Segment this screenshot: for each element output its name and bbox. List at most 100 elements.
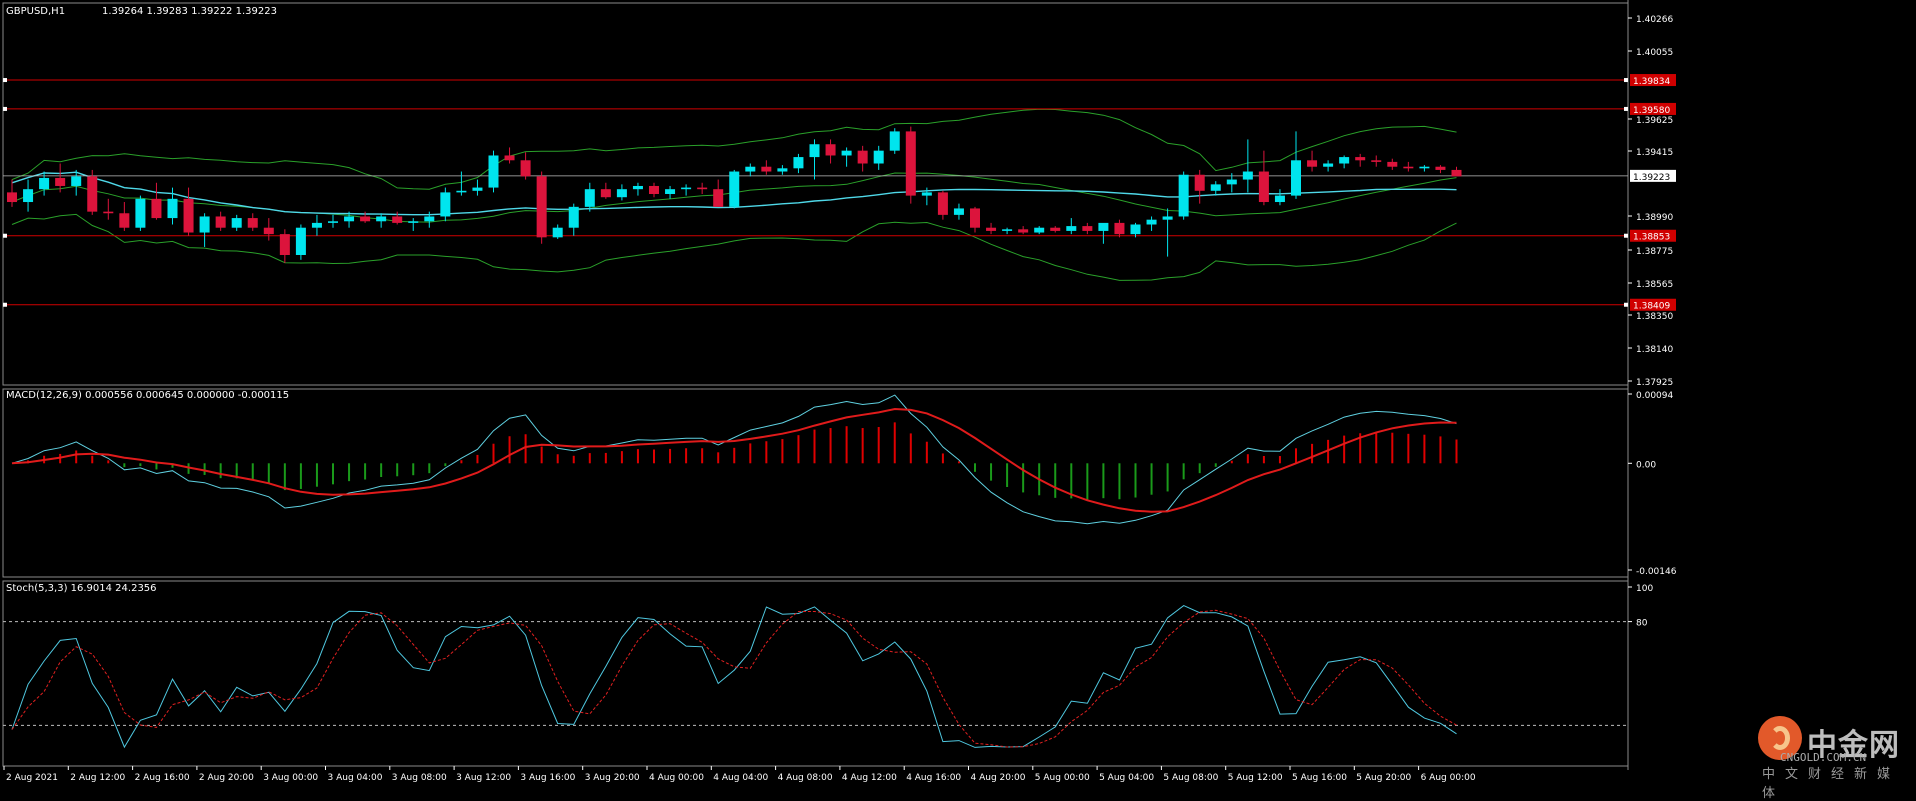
candle-bearish[interactable] — [1387, 161, 1398, 167]
candle-bullish[interactable] — [1130, 224, 1141, 235]
stochastic-panel[interactable] — [3, 605, 1628, 749]
candle-bullish[interactable] — [632, 185, 643, 190]
candle-bullish[interactable] — [1419, 166, 1430, 169]
candle-bearish[interactable] — [905, 131, 916, 196]
candle-bullish[interactable] — [376, 216, 387, 222]
candle-bullish[interactable] — [1323, 163, 1334, 167]
price-chart[interactable] — [3, 78, 1628, 307]
candle-bullish[interactable] — [328, 221, 338, 223]
candle-bullish[interactable] — [793, 157, 804, 169]
candle-bullish[interactable] — [889, 131, 900, 151]
candle-bearish[interactable] — [761, 166, 772, 172]
candle-bullish[interactable] — [1226, 179, 1237, 185]
level-anchor-right[interactable] — [1624, 106, 1628, 111]
candle-bullish[interactable] — [135, 198, 146, 228]
candle-bearish[interactable] — [360, 216, 371, 222]
candle-bearish[interactable] — [520, 160, 531, 177]
candle-bullish[interactable] — [1098, 222, 1109, 231]
candle-bearish[interactable] — [713, 189, 724, 207]
candle-bullish[interactable] — [167, 198, 178, 219]
candle-bullish[interactable] — [199, 216, 210, 233]
candle-bearish[interactable] — [55, 177, 66, 186]
level-anchor-right[interactable] — [1624, 302, 1628, 307]
candle-bearish[interactable] — [1018, 229, 1029, 233]
candle-bearish[interactable] — [697, 187, 708, 190]
level-anchor-left[interactable] — [3, 106, 7, 111]
candle-bullish[interactable] — [71, 176, 82, 186]
candle-bearish[interactable] — [825, 144, 836, 156]
candle-bearish[interactable] — [1114, 222, 1125, 235]
candle-bullish[interactable] — [1066, 226, 1077, 231]
level-anchor-left[interactable] — [3, 302, 7, 307]
candle-bearish[interactable] — [1050, 227, 1061, 231]
candle-bearish[interactable] — [279, 234, 290, 255]
candle-bearish[interactable] — [1258, 171, 1269, 203]
candle-bullish[interactable] — [1178, 174, 1189, 217]
candle-bearish[interactable] — [857, 150, 868, 164]
candle-bearish[interactable] — [1403, 166, 1414, 169]
candle-bullish[interactable] — [568, 206, 579, 228]
level-anchor-left[interactable] — [3, 78, 7, 83]
candle-bearish[interactable] — [649, 185, 659, 194]
candle-bullish[interactable] — [1210, 184, 1221, 191]
candle-bullish[interactable] — [1339, 157, 1350, 164]
candle-bullish[interactable] — [456, 190, 467, 193]
candle-bearish[interactable] — [600, 189, 611, 198]
candle-bullish[interactable] — [311, 222, 322, 228]
candle-bearish[interactable] — [1435, 166, 1446, 170]
candle-bullish[interactable] — [344, 216, 355, 222]
candle-bullish[interactable] — [23, 189, 34, 203]
candle-bullish[interactable] — [616, 189, 627, 198]
candle-bullish[interactable] — [488, 155, 499, 188]
candle-bullish[interactable] — [921, 192, 932, 196]
level-anchor-right[interactable] — [1624, 78, 1628, 83]
candle-bearish[interactable] — [536, 176, 547, 238]
candle-bullish[interactable] — [1146, 219, 1157, 225]
candle-bearish[interactable] — [263, 227, 274, 235]
candle-bullish[interactable] — [440, 192, 451, 217]
candle-bullish[interactable] — [39, 177, 50, 190]
candle-bullish[interactable] — [745, 166, 756, 172]
candle-bullish[interactable] — [729, 171, 740, 207]
candle-bullish[interactable] — [809, 144, 820, 158]
candle-bullish[interactable] — [1034, 227, 1045, 233]
level-anchor-right[interactable] — [1624, 233, 1628, 238]
candle-bullish[interactable] — [231, 218, 242, 228]
candle-bullish[interactable] — [665, 189, 676, 194]
candle-bearish[interactable] — [1082, 226, 1093, 231]
candle-bullish[interactable] — [1291, 160, 1301, 196]
candle-bullish[interactable] — [1002, 229, 1013, 231]
candle-bearish[interactable] — [7, 192, 17, 203]
candle-bearish[interactable] — [504, 155, 515, 161]
candle-bearish[interactable] — [1307, 160, 1318, 167]
candle-bearish[interactable] — [1355, 157, 1366, 161]
candle-bullish[interactable] — [681, 187, 692, 190]
candle-bullish[interactable] — [1242, 171, 1253, 180]
candle-bullish[interactable] — [424, 216, 435, 222]
candle-bullish[interactable] — [953, 208, 964, 215]
candle-bearish[interactable] — [1194, 174, 1205, 191]
candle-bearish[interactable] — [392, 216, 403, 223]
candle-bullish[interactable] — [1162, 216, 1173, 220]
candle-bearish[interactable] — [247, 218, 258, 228]
candle-bullish[interactable] — [295, 227, 306, 255]
candle-bearish[interactable] — [183, 198, 194, 233]
candle-bullish[interactable] — [584, 189, 595, 207]
candle-bearish[interactable] — [103, 211, 114, 214]
candle-bearish[interactable] — [1451, 169, 1462, 177]
chart-canvas[interactable]: 1.39834 1.39580 1.38853 1.38409 1.40266 1.400… — [0, 0, 1916, 788]
candle-bullish[interactable] — [1274, 195, 1285, 203]
candle-bearish[interactable] — [970, 208, 980, 228]
candle-bullish[interactable] — [777, 168, 788, 172]
candle-bearish[interactable] — [1371, 160, 1382, 162]
candle-bullish[interactable] — [552, 227, 563, 238]
candle-bullish[interactable] — [873, 150, 884, 164]
level-anchor-left[interactable] — [3, 233, 7, 238]
candle-bullish[interactable] — [841, 150, 852, 156]
candle-bearish[interactable] — [119, 213, 130, 228]
candle-bullish[interactable] — [408, 221, 419, 223]
macd-panel[interactable] — [11, 394, 1458, 525]
candle-bearish[interactable] — [151, 198, 162, 219]
candle-bullish[interactable] — [472, 187, 483, 191]
candle-bearish[interactable] — [87, 176, 98, 212]
